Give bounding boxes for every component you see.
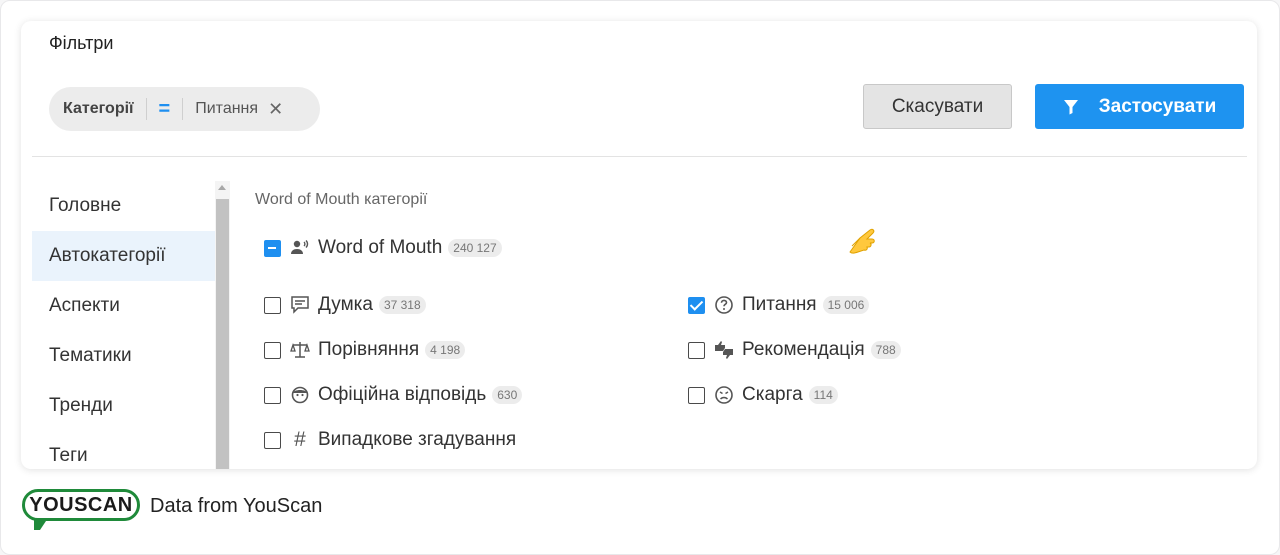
panel-title: Фільтри — [49, 33, 114, 53]
category-count: 15 006 — [822, 296, 870, 314]
sidebar-item-trends[interactable]: Тренди — [32, 381, 215, 431]
funnel-icon — [1063, 99, 1078, 114]
filter-chip-category: Категорії — [63, 100, 134, 117]
category-count: 37 318 — [378, 296, 426, 314]
chip-divider — [182, 98, 184, 120]
sidebar-item-tags[interactable]: Теги — [32, 431, 215, 469]
category-word-of-mouth[interactable]: Word of Mouth 240 127 — [264, 237, 502, 259]
sidebar-item-topics[interactable]: Тематики — [32, 331, 215, 381]
category-label: Випадкове згадування — [318, 429, 517, 450]
checkbox-partial[interactable] — [264, 239, 281, 257]
category-label: Офіційна відповідь — [318, 384, 487, 405]
sidebar-nav: Головне Автокатегорії Аспекти Тематики Т… — [32, 181, 215, 469]
hash-icon: # — [294, 428, 306, 451]
apply-button-label: Застосувати — [1098, 95, 1217, 117]
scales-icon — [290, 340, 310, 360]
category-count: 240 127 — [448, 239, 502, 257]
category-label: Порівняння — [318, 339, 420, 360]
category-question[interactable]: Питання 15 006 — [688, 294, 870, 316]
cancel-button[interactable]: Скасувати — [863, 84, 1012, 129]
checkbox-checked[interactable] — [688, 296, 705, 314]
question-circle-icon — [714, 295, 734, 315]
sidebar-scrollbar[interactable] — [215, 181, 230, 469]
sidebar-item-autocategories[interactable]: Автокатегорії — [32, 231, 215, 281]
thumbs-icon — [714, 340, 734, 360]
support-agent-icon — [290, 385, 310, 405]
category-official-reply[interactable]: Офіційна відповідь 630 — [264, 384, 523, 406]
footer: YOUSCAN Data from YouScan — [22, 489, 323, 530]
comment-icon — [290, 295, 310, 315]
logo-text: YOUSCAN — [22, 489, 140, 521]
category-count: 630 — [492, 386, 523, 404]
category-count: 4 198 — [425, 341, 466, 359]
category-label: Думка — [318, 294, 373, 315]
chip-divider — [145, 98, 147, 120]
checkbox[interactable] — [264, 431, 281, 449]
category-complaint[interactable]: Скарга 114 — [688, 384, 838, 406]
category-count: 788 — [870, 341, 901, 359]
category-label: Скарга — [742, 384, 803, 405]
category-count: 114 — [808, 386, 838, 404]
filter-chip-operator[interactable]: = — [159, 99, 171, 119]
active-filter-chip[interactable]: Категорії = Питання ✕ — [49, 87, 320, 131]
apply-button[interactable]: Застосувати — [1035, 84, 1244, 129]
pointing-hand-icon — [849, 228, 875, 254]
filter-chip-value: Питання — [195, 100, 259, 117]
category-label: Word of Mouth — [318, 237, 443, 258]
speaking-person-icon — [290, 238, 310, 258]
header-divider — [32, 156, 1247, 157]
scroll-up-arrow-icon[interactable] — [218, 185, 226, 190]
checkbox[interactable] — [264, 296, 281, 314]
section-title: Word of Mouth категорії — [255, 191, 428, 208]
checkbox[interactable] — [688, 386, 705, 404]
sidebar-item-main[interactable]: Головне — [32, 181, 215, 231]
angry-face-icon — [714, 385, 734, 405]
filters-panel: Фільтри Категорії = Питання ✕ Скасувати … — [21, 21, 1257, 469]
category-label: Рекомендація — [742, 339, 865, 360]
category-comparison[interactable]: Порівняння 4 198 — [264, 339, 466, 361]
category-label: Питання — [742, 294, 817, 315]
close-icon[interactable]: ✕ — [268, 99, 283, 120]
youscan-logo: YOUSCAN — [22, 489, 142, 530]
sidebar-item-aspects[interactable]: Аспекти — [32, 281, 215, 331]
category-opinion[interactable]: Думка 37 318 — [264, 294, 426, 316]
scrollbar-thumb[interactable] — [216, 199, 229, 469]
category-recommendation[interactable]: Рекомендація 788 — [688, 339, 901, 361]
checkbox[interactable] — [688, 341, 705, 359]
category-random-mention[interactable]: # Випадкове згадування — [264, 428, 517, 451]
footer-text: Data from YouScan — [150, 494, 323, 517]
checkbox[interactable] — [264, 386, 281, 404]
checkbox[interactable] — [264, 341, 281, 359]
